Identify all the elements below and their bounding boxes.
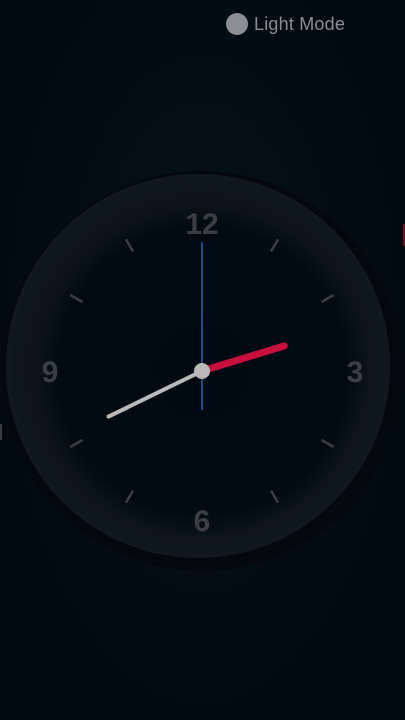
numeral-12: 12 xyxy=(185,208,218,241)
center-cap xyxy=(194,363,210,379)
toggle-knob-icon[interactable] xyxy=(226,13,248,35)
analog-clock: 12 3 6 9 xyxy=(0,165,405,575)
light-mode-label: Light Mode xyxy=(254,13,346,34)
numeral-9: 9 xyxy=(42,356,59,389)
edge-accent-left xyxy=(0,424,2,440)
numeral-6: 6 xyxy=(194,505,211,538)
light-mode-toggle[interactable]: Light Mode xyxy=(226,12,345,36)
clock-face-svg: 12 3 6 9 xyxy=(2,171,402,571)
clock-screen: Light Mode 12 3 6 9 xyxy=(0,0,405,720)
numeral-3: 3 xyxy=(347,356,364,389)
